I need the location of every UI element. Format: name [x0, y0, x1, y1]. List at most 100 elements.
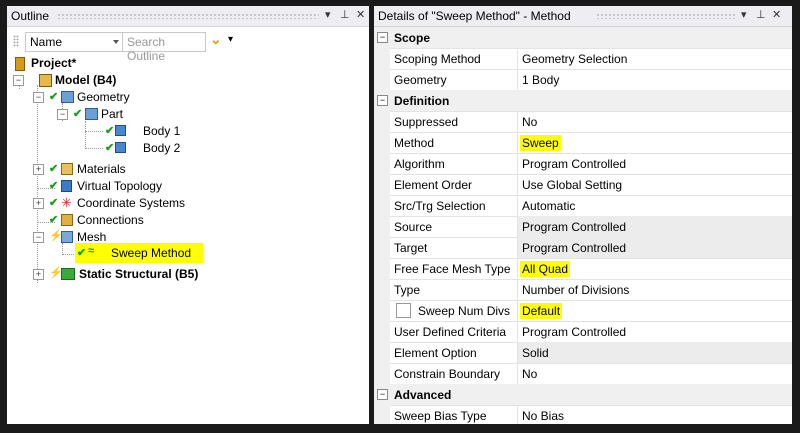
detail-value-cell[interactable]: Program Controlled — [517, 237, 792, 258]
detail-value: Automatic — [522, 199, 576, 213]
tree-label-connections: Connections — [77, 213, 144, 227]
section-definition[interactable]: − Definition — [374, 90, 792, 112]
section-scope[interactable]: − Scope — [374, 27, 792, 49]
tree-label-body-2: Body 2 — [143, 141, 181, 155]
collapse-toggle[interactable]: − — [377, 389, 388, 400]
check-icon: ✔ — [105, 142, 115, 154]
check-icon: ✔ — [49, 163, 59, 175]
static-structural-icon — [61, 268, 75, 280]
detail-row-constrain-boundary[interactable]: Constrain Boundary No — [374, 363, 792, 385]
titlebar-grip — [596, 13, 736, 19]
dropdown-arrow-icon[interactable]: ▾ — [741, 8, 747, 21]
row-gutter — [374, 321, 390, 342]
detail-row-source[interactable]: Source Program Controlled — [374, 216, 792, 238]
detail-value: Program Controlled — [522, 325, 627, 339]
detail-value-cell[interactable]: No — [517, 363, 792, 384]
expand-toggle[interactable]: + — [33, 164, 44, 175]
detail-value: Solid — [522, 346, 549, 360]
toolbar-overflow-icon[interactable]: ▾ — [228, 34, 233, 45]
detail-value-cell[interactable]: Default — [517, 300, 792, 321]
row-gutter — [374, 300, 390, 321]
collapse-toggle[interactable]: − — [13, 75, 24, 86]
detail-key: Suppressed — [394, 115, 459, 129]
detail-row-method[interactable]: Method Sweep — [374, 132, 792, 154]
detail-value-cell[interactable]: Geometry Selection — [517, 48, 792, 69]
detail-key: Target — [394, 241, 428, 255]
expand-toggle[interactable]: + — [33, 269, 44, 280]
collapse-toggle[interactable]: − — [377, 32, 388, 43]
detail-row-free-face-mesh-type[interactable]: Free Face Mesh Type All Quad — [374, 258, 792, 280]
row-gutter — [374, 153, 390, 174]
detail-key: Constrain Boundary — [394, 367, 501, 381]
detail-row-sweep-num-divs[interactable]: Sweep Num Divs Default — [374, 300, 792, 322]
detail-key: Sweep Bias Type — [394, 409, 487, 423]
close-icon[interactable]: ✕ — [772, 8, 781, 21]
detail-value-cell[interactable]: Solid — [517, 342, 792, 363]
virtual-topology-icon — [61, 180, 72, 192]
collapse-toggle[interactable]: − — [57, 109, 68, 120]
detail-value-cell[interactable]: Number of Divisions — [517, 279, 792, 300]
detail-value: Geometry Selection — [522, 52, 628, 66]
row-gutter — [374, 216, 390, 237]
detail-value-cell[interactable]: 1 Body — [517, 69, 792, 90]
body-icon — [115, 142, 126, 153]
row-gutter — [374, 342, 390, 363]
detail-row-algorithm[interactable]: Algorithm Program Controlled — [374, 153, 792, 175]
detail-row-element-order[interactable]: Element Order Use Global Setting — [374, 174, 792, 196]
detail-value: Number of Divisions — [522, 283, 630, 297]
detail-value-cell[interactable]: Program Controlled — [517, 321, 792, 342]
tree-item-sweep-method[interactable]: ✔ ≈ Sweep Method — [75, 243, 203, 263]
detail-row-sweep-bias-type[interactable]: Sweep Bias Type No Bias — [374, 405, 792, 424]
outline-title: Outline — [11, 9, 50, 23]
tree-label-static-structural: Static Structural (B5) — [79, 267, 199, 281]
expand-toggle[interactable]: + — [33, 198, 44, 209]
detail-value-cell[interactable]: No — [517, 111, 792, 132]
detail-row-geometry[interactable]: Geometry 1 Body — [374, 69, 792, 91]
detail-key: Method — [394, 136, 435, 150]
details-panel: Details of "Sweep Method" - Method ▾ ⊥ ✕… — [374, 6, 792, 424]
detail-row-user-defined-criteria[interactable]: User Defined Criteria Program Controlled — [374, 321, 792, 343]
detail-value-cell[interactable]: Program Controlled — [517, 153, 792, 174]
collapse-toggle[interactable]: − — [377, 95, 388, 106]
detail-value: Sweep — [520, 135, 561, 151]
detail-key: Source — [394, 220, 433, 234]
pin-icon[interactable]: ⊥ — [756, 8, 766, 21]
search-outline-input[interactable]: Search Outline — [122, 32, 206, 63]
detail-key: Type — [394, 283, 421, 297]
check-icon: ✔ — [105, 125, 115, 137]
detail-value-cell[interactable]: Program Controlled — [517, 216, 792, 237]
collapse-toggle[interactable]: − — [33, 92, 44, 103]
parameter-checkbox[interactable] — [396, 303, 411, 318]
detail-value-cell[interactable]: No Bias — [517, 405, 792, 424]
detail-row-type[interactable]: Type Number of Divisions — [374, 279, 792, 301]
section-advanced[interactable]: − Advanced — [374, 384, 792, 406]
detail-row-target[interactable]: Target Program Controlled — [374, 237, 792, 259]
detail-value-cell[interactable]: Automatic — [517, 195, 792, 216]
detail-value-cell[interactable]: Sweep — [517, 132, 792, 153]
details-title: Details of "Sweep Method" - Method — [378, 9, 571, 23]
close-icon[interactable]: ✕ — [356, 8, 365, 21]
body-icon — [115, 125, 126, 136]
detail-value: Default — [520, 303, 563, 319]
detail-value: Use Global Setting — [522, 178, 623, 192]
detail-row-src-trg-selection[interactable]: Src/Trg Selection Automatic — [374, 195, 792, 217]
expand-all-icon[interactable]: ⌄ — [210, 31, 222, 48]
pin-icon[interactable]: ⊥ — [340, 8, 350, 21]
detail-row-scoping-method[interactable]: Scoping Method Geometry Selection — [374, 48, 792, 70]
detail-key: Element Order — [394, 178, 473, 192]
detail-value: No — [522, 115, 538, 129]
coordinate-systems-icon: ✳ — [61, 195, 72, 210]
filter-name-dropdown[interactable]: Name — [25, 32, 123, 52]
collapse-toggle[interactable]: − — [33, 232, 44, 243]
detail-value: Program Controlled — [522, 157, 627, 171]
row-gutter — [374, 258, 390, 279]
detail-row-suppressed[interactable]: Suppressed No — [374, 111, 792, 133]
row-gutter — [374, 69, 390, 90]
detail-value-cell[interactable]: All Quad — [517, 258, 792, 279]
outline-panel: Outline ▾ ⊥ ✕ Name Search Outline ⌄ ▾ Pr… — [7, 6, 369, 424]
dropdown-arrow-icon[interactable]: ▾ — [325, 8, 331, 21]
detail-value-cell[interactable]: Use Global Setting — [517, 174, 792, 195]
tree-label-materials: Materials — [77, 162, 126, 176]
detail-row-element-option[interactable]: Element Option Solid — [374, 342, 792, 364]
sweep-method-icon: ≈ — [88, 245, 95, 257]
